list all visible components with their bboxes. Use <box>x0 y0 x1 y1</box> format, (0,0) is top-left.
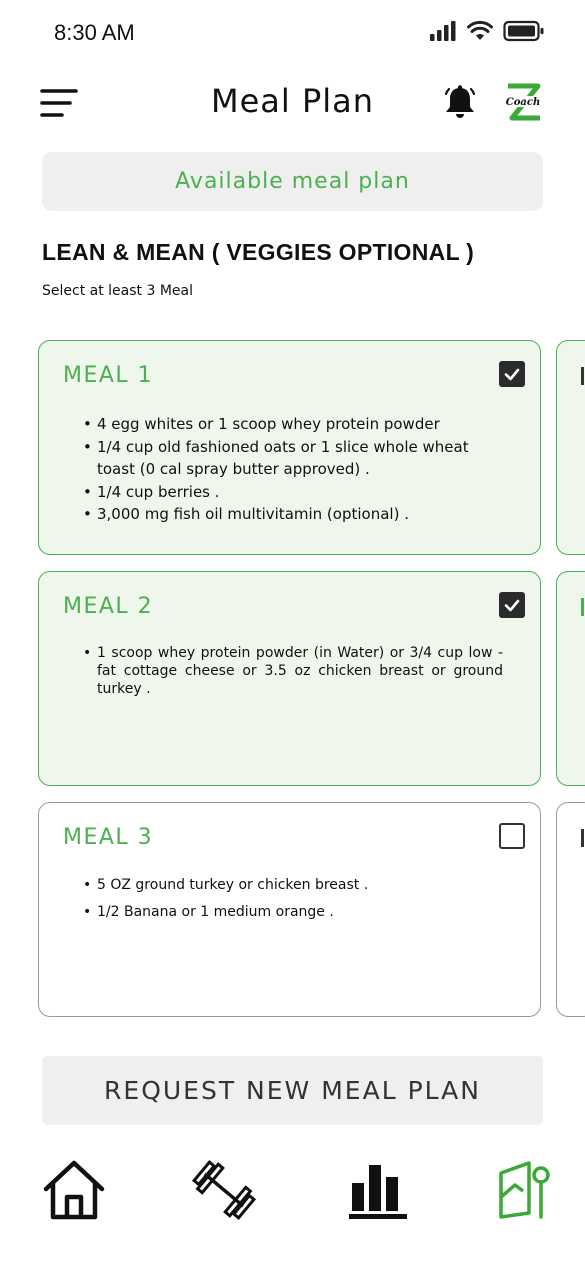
meal-checkbox[interactable] <box>499 361 525 387</box>
meal-item: 4 egg whites or 1 scoop whey protein pow… <box>83 413 503 436</box>
status-time: 8:30 AM <box>54 20 135 45</box>
dumbbell-icon <box>191 1160 257 1220</box>
meal-title: MEAL 1 <box>63 363 154 388</box>
logo-text: Coach <box>506 97 540 108</box>
meal-item-list: 4 egg whites or 1 scoop whey protein pow… <box>83 413 503 526</box>
next-meal-card-peek[interactable] <box>556 571 585 786</box>
meal-item: 5 OZ ground turkey or chicken breast . <box>83 875 503 895</box>
coach-logo: Coach <box>500 80 546 124</box>
hamburger-menu-icon <box>40 89 78 117</box>
meal-plan-subtitle: Select at least 3 Meal <box>42 283 193 299</box>
next-meal-card-peek[interactable] <box>556 340 585 555</box>
wifi-icon <box>467 20 493 40</box>
nav-home[interactable] <box>40 1156 108 1224</box>
available-meal-plan-tab[interactable]: Available meal plan <box>42 152 543 211</box>
bell-icon <box>444 85 476 118</box>
meal-item: 1/4 cup old fashioned oats or 1 slice wh… <box>83 436 503 481</box>
nav-stats[interactable] <box>343 1156 411 1224</box>
meal-card-1[interactable]: MEAL 1 4 egg whites or 1 scoop whey prot… <box>38 340 541 555</box>
meal-checkbox[interactable] <box>499 592 525 618</box>
menu-button[interactable] <box>40 88 80 118</box>
meal-item-list: 5 OZ ground turkey or chicken breast . 1… <box>83 875 503 929</box>
next-meal-card-peek[interactable] <box>556 802 585 1017</box>
meal-plan-title: LEAN & MEAN ( VEGGIES OPTIONAL ) <box>42 239 475 265</box>
nav-meal-plan[interactable] <box>490 1156 558 1224</box>
meal-item: 1 scoop whey protein powder (in Water) o… <box>83 644 503 698</box>
meal-item-list: 1 scoop whey protein powder (in Water) o… <box>83 644 503 698</box>
checkmark-icon <box>504 599 520 612</box>
cellular-signal-icon <box>430 21 456 41</box>
meal-checkbox[interactable] <box>499 823 525 849</box>
meal-plan-icon <box>499 1161 550 1219</box>
meal-title: MEAL 2 <box>63 594 154 619</box>
meal-item: 3,000 mg fish oil multivitamin (optional… <box>83 503 503 526</box>
request-new-meal-plan-button[interactable]: REQUEST NEW MEAL PLAN <box>42 1056 543 1125</box>
page-title: Meal Plan <box>210 82 375 120</box>
notifications-button[interactable] <box>441 84 479 122</box>
battery-icon <box>503 20 544 42</box>
checkmark-icon <box>504 368 520 381</box>
meal-title: MEAL 3 <box>63 825 154 850</box>
nav-workout[interactable] <box>190 1156 258 1224</box>
meal-item: 1/4 cup berries . <box>83 481 503 504</box>
meal-card-2[interactable]: MEAL 2 1 scoop whey protein powder (in W… <box>38 571 541 786</box>
meal-item: 1/2 Banana or 1 medium orange . <box>83 902 503 922</box>
bottom-navigation <box>0 1150 585 1230</box>
status-bar: 8:30 AM <box>0 0 585 66</box>
home-icon <box>43 1160 105 1220</box>
bar-chart-icon <box>349 1165 407 1219</box>
app-header: Meal Plan Coach <box>0 74 585 134</box>
status-icons <box>429 20 545 42</box>
meal-card-3[interactable]: MEAL 3 5 OZ ground turkey or chicken bre… <box>38 802 541 1017</box>
